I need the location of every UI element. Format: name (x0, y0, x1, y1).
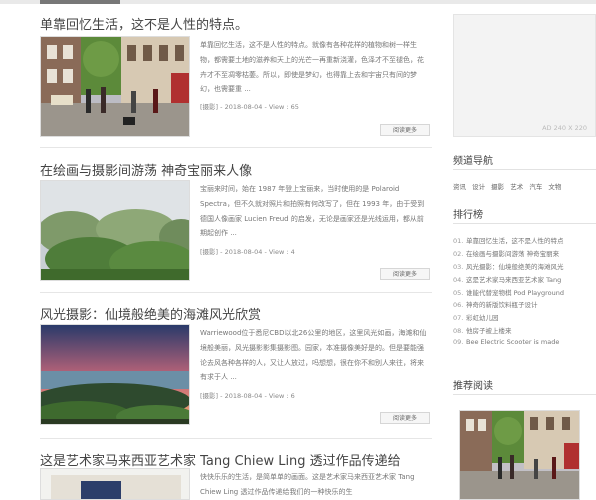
post-meta: [摄影] - 2018-08-04 - View : 4 (200, 246, 295, 256)
read-more-button[interactable]: 阅读更多 (380, 124, 430, 136)
post-thumbnail[interactable] (40, 36, 190, 137)
rank-item-title: 彩虹幼儿园 (466, 314, 499, 323)
ad-label: AD 240 X 220 (542, 124, 587, 132)
post-thumbnail[interactable] (40, 324, 190, 425)
post-views: View : 6 (268, 392, 295, 400)
post-tag[interactable]: [摄影] (200, 103, 218, 111)
nav-link-news[interactable]: 资讯 (453, 183, 466, 191)
post-divider (40, 147, 432, 148)
post-excerpt: 宝丽来时间，始在 1987 年登上宝丽来，当时使用的是 Polaroid Spe… (200, 185, 425, 238)
nav-link-photography[interactable]: 摄影 (491, 183, 504, 191)
rank-item-title: 这是艺术家马来西亚艺术家 Tang (466, 275, 562, 284)
rank-item-title: Bee Electric Scooter is made (466, 338, 560, 347)
post-divider (40, 292, 432, 293)
rank-item[interactable]: 08. 他房子被上楼来 (453, 325, 596, 338)
recommended-thumbnail[interactable] (459, 410, 580, 500)
rank-item[interactable]: 03. 风光摄影：仙境般绝美的海滩风光 (453, 261, 596, 274)
post-divider (40, 438, 432, 439)
top-bar (0, 0, 596, 4)
widget-divider (453, 169, 596, 170)
rank-item[interactable]: 06. 神奇的新版饮料瓶子设计 (453, 299, 596, 312)
post-thumbnail[interactable] (40, 468, 190, 500)
rank-list: 01. 单靠回忆生活，这不是人性的特点 02. 在绘画与摄影间游荡 神奇宝丽来 03… (453, 235, 596, 351)
post-title[interactable]: 风光摄影：仙境般绝美的海滩风光欣赏 (40, 304, 432, 323)
post-date: 2018-08-04 (224, 103, 263, 111)
rank-number: 04. (453, 275, 464, 284)
post-meta: [摄影] - 2018-08-04 - View : 6 (200, 390, 295, 400)
rank-item-title: 他房子被上楼来 (466, 327, 512, 336)
post-meta: [摄影] - 2018-08-04 - View : 65 (200, 101, 299, 111)
post-views: View : 65 (268, 103, 299, 111)
post-tag[interactable]: [摄影] (200, 392, 218, 400)
nav-link-cars[interactable]: 汽车 (529, 183, 542, 191)
post-excerpt: 单靠回忆生活，这不是人性的特点。就像有各种花样的植物和树一样生物，都需要土地的滋… (200, 41, 424, 94)
widget-divider (453, 394, 596, 395)
rank-item[interactable]: 05. 谁能代替宠物棋 Pod Playground (453, 287, 596, 300)
top-bar-active-indicator (40, 0, 120, 4)
rank-number: 05. (453, 288, 464, 297)
post-date: 2018-08-04 (224, 392, 263, 400)
nav-link-design[interactable]: 设计 (472, 183, 485, 191)
rank-number: 02. (453, 249, 464, 258)
read-more-button[interactable]: 阅读更多 (380, 268, 430, 280)
rank-item[interactable]: 09. Bee Electric Scooter is made (453, 338, 596, 351)
ad-placeholder[interactable]: AD 240 X 220 (453, 14, 596, 137)
nav-link-relics[interactable]: 文物 (548, 183, 561, 191)
rank-item-title: 单靠回忆生活，这不是人性的特点 (466, 237, 564, 245)
post-excerpt: Warriewood位于悉尼CBD以北26公里的地区，这里风光如画，海滩和仙境般… (200, 329, 427, 382)
rank-number: 08. (453, 327, 464, 336)
rank-item-title: 谁能代替宠物棋 Pod Playground (466, 288, 564, 297)
rank-number: 09. (453, 338, 464, 347)
post-excerpt: 快快乐乐的生活，是简单单的画面。这是艺术家马来西亚艺术家 Tang Chiew … (200, 473, 415, 496)
post-title[interactable]: 这是艺术家马来西亚艺术家 Tang Chiew Ling 透过作品传递给 (40, 450, 432, 469)
post-thumbnail[interactable] (40, 180, 190, 281)
rank-widget-title: 排行榜 (453, 210, 483, 221)
rank-item[interactable]: 02. 在绘画与摄影间游荡 神奇宝丽来 (453, 248, 596, 261)
rank-item-title: 在绘画与摄影间游荡 神奇宝丽来 (466, 249, 560, 258)
rank-number: 06. (453, 301, 464, 310)
rank-number: 03. (453, 262, 464, 271)
rank-item[interactable]: 01. 单靠回忆生活，这不是人性的特点 (453, 235, 596, 248)
rank-item-title: 神奇的新版饮料瓶子设计 (466, 301, 538, 310)
nav-link-art[interactable]: 艺术 (510, 183, 523, 191)
read-more-button[interactable]: 阅读更多 (380, 412, 430, 424)
rank-item[interactable]: 04. 这是艺术家马来西亚艺术家 Tang (453, 274, 596, 287)
post-tag[interactable]: [摄影] (200, 248, 218, 256)
rank-item-title: 风光摄影：仙境般绝美的海滩风光 (466, 262, 564, 271)
post-title[interactable]: 单靠回忆生活，这不是人性的特点。 (40, 14, 432, 33)
recommend-widget-title: 推荐阅读 (453, 381, 493, 392)
rank-item[interactable]: 07. 彩虹幼儿园 (453, 312, 596, 325)
widget-divider (453, 223, 596, 224)
nav-widget-title: 频道导航 (453, 156, 493, 167)
channel-nav: 资讯 设计 摄影 艺术 汽车 文物 (453, 181, 596, 191)
rank-number: 01. (453, 237, 464, 245)
post-views: View : 4 (268, 248, 295, 256)
post-date: 2018-08-04 (224, 248, 263, 256)
rank-number: 07. (453, 314, 464, 323)
post-title[interactable]: 在绘画与摄影间游荡 神奇宝丽来人像 (40, 160, 432, 179)
